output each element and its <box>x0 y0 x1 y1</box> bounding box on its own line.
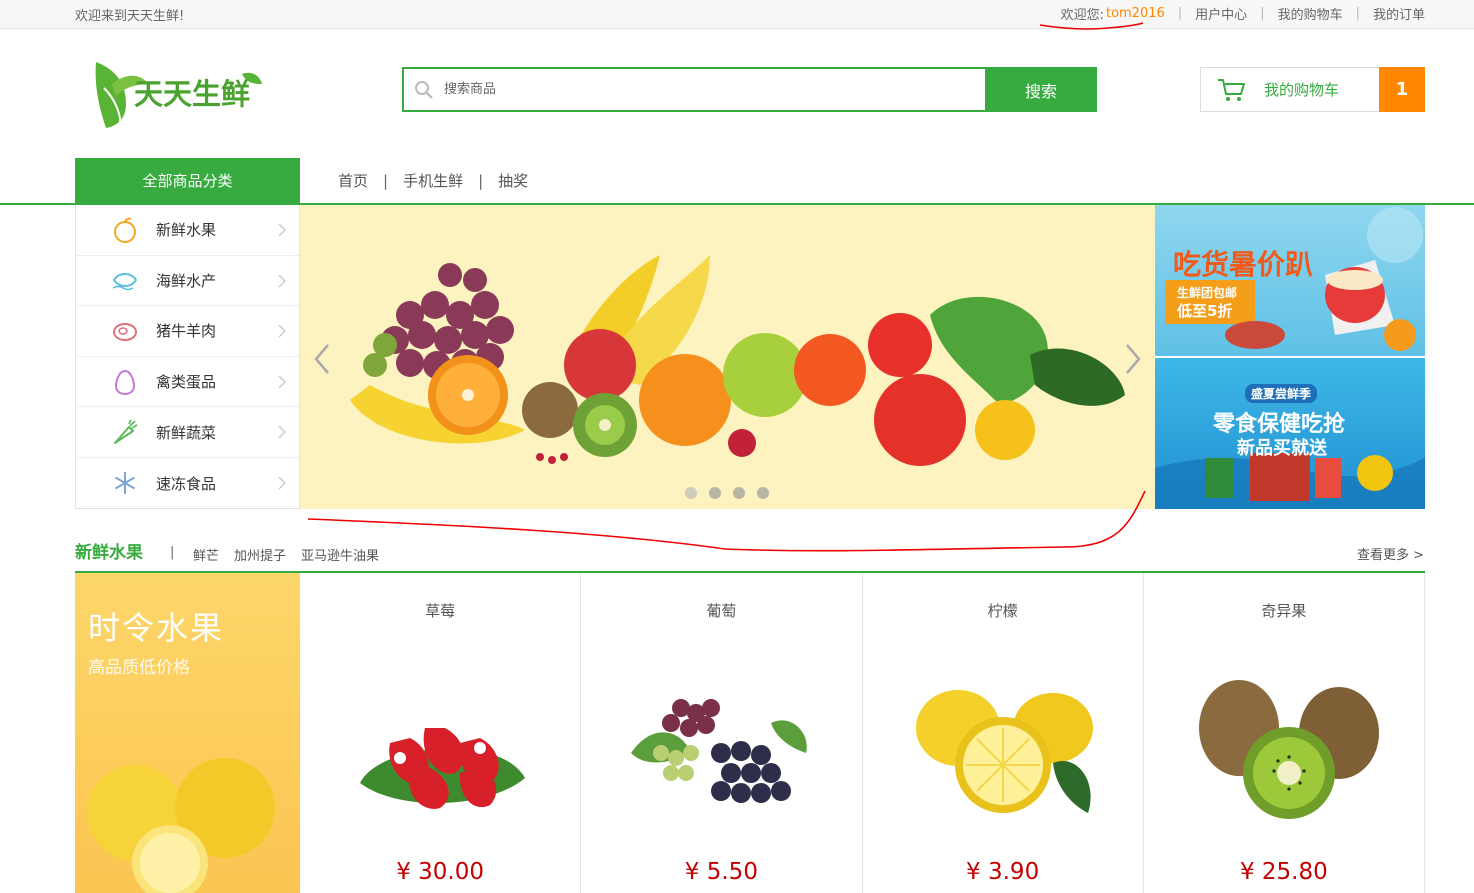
category-item-eggs[interactable]: 禽类蛋品 <box>76 357 299 408</box>
logo-text: 天天生鲜 <box>134 77 250 111</box>
nav-mobile-fresh[interactable]: 手机生鲜 <box>403 170 463 191</box>
separator: | <box>1355 6 1360 21</box>
site-logo[interactable]: 天天生鲜 <box>92 58 264 130</box>
category-item-meat[interactable]: 猪牛羊肉 <box>76 306 299 357</box>
meat-icon <box>113 322 137 341</box>
category-item-fruit[interactable]: 新鲜水果 <box>76 205 299 256</box>
product-card[interactable]: 草莓 ¥ 30.00 <box>300 573 582 893</box>
product-name[interactable]: 草莓 <box>300 600 580 621</box>
welcome-text: 欢迎来到天天生鲜! <box>75 9 185 24</box>
product-grid: 草莓 ¥ 30.00 葡萄 ¥ 5.50 柠檬 ¥ 3.90 奇异果 ¥ 25.… <box>300 573 1425 893</box>
nav-lottery[interactable]: 抽奖 <box>498 170 528 191</box>
carousel-dot[interactable] <box>733 487 745 499</box>
search-icon <box>404 69 444 110</box>
product-price: ¥ 30.00 <box>396 859 485 885</box>
product-card[interactable]: 柠檬 ¥ 3.90 <box>863 573 1144 893</box>
category-label: 猪牛羊肉 <box>156 322 217 341</box>
hero-carousel[interactable] <box>300 205 1155 509</box>
user-center-link[interactable]: 用户中心 <box>1195 4 1247 23</box>
section-title: 新鲜水果 <box>75 543 143 563</box>
category-label: 速冻食品 <box>156 474 217 493</box>
product-price: ¥ 5.50 <box>684 859 758 885</box>
ad2-tag: 盛夏尝鲜季 <box>1245 384 1318 403</box>
chevron-right-icon <box>278 324 287 338</box>
chevron-right-icon <box>278 274 287 288</box>
sub-link-grapes[interactable]: 加州提子 <box>234 545 286 564</box>
carousel-dot[interactable] <box>709 487 721 499</box>
category-item-vegetables[interactable]: 新鲜蔬菜 <box>76 407 299 458</box>
chevron-right-icon <box>278 375 287 389</box>
view-more-link[interactable]: 查看更多 > <box>1357 544 1424 563</box>
product-card[interactable]: 葡萄 ¥ 5.50 <box>581 573 863 893</box>
category-label: 新鲜蔬菜 <box>156 423 217 442</box>
separator: | <box>1177 6 1183 21</box>
seafood-icon <box>112 273 138 291</box>
separator: | <box>478 171 484 190</box>
search-bar: 搜索 <box>402 67 1097 112</box>
seasonal-fruit-promo[interactable]: 时令水果 高品质低价格 <box>75 573 300 893</box>
ad1-title: 吃货暑价趴 <box>1173 248 1314 281</box>
chevron-right-icon <box>278 223 287 237</box>
separator: | <box>170 545 175 560</box>
fruit-banner-image <box>350 255 1125 466</box>
sub-link-mango[interactable]: 鲜芒 <box>193 545 219 564</box>
section-sub-links: 鲜芒 加州提子 亚马逊牛油果 <box>193 545 379 564</box>
top-bar: 欢迎来到天天生鲜! 欢迎您: tom2016 | 用户中心 | 我的购物车 | … <box>0 0 1474 29</box>
category-menu: 新鲜水果 海鲜水产 猪牛羊肉 禽类蛋品 新鲜蔬菜 速冻食品 <box>75 205 300 509</box>
main-nav: 首页 | 手机生鲜 | 抽奖 <box>338 170 528 191</box>
red-annotation-underline <box>1039 22 1144 30</box>
ad1-sub2: 低至5折 <box>1177 302 1233 320</box>
carrot-icon <box>114 419 138 445</box>
search-input[interactable] <box>444 69 985 110</box>
product-name[interactable]: 柠檬 <box>863 600 1143 621</box>
lemon-image <box>87 758 275 893</box>
product-image-grapes[interactable] <box>621 673 821 823</box>
nav-home[interactable]: 首页 <box>338 170 368 191</box>
carousel-prev-arrow[interactable] <box>312 343 332 375</box>
search-button[interactable]: 搜索 <box>985 67 1097 112</box>
snowflake-icon <box>114 472 136 495</box>
cart-button[interactable]: 我的购物车 1 <box>1200 67 1425 112</box>
product-image-strawberry[interactable] <box>340 673 540 823</box>
promo-ad-summer-foodie[interactable]: 吃货暑价趴 生鲜团包邮 低至5折 <box>1155 205 1425 356</box>
separator: | <box>1260 6 1265 21</box>
product-name[interactable]: 葡萄 <box>581 600 861 621</box>
egg-icon <box>114 369 136 395</box>
cart-label: 我的购物车 <box>1264 81 1340 99</box>
product-name[interactable]: 奇异果 <box>1144 600 1424 621</box>
category-label: 禽类蛋品 <box>156 373 217 392</box>
category-item-seafood[interactable]: 海鲜水产 <box>76 256 299 307</box>
shopping-cart-icon <box>1218 78 1245 101</box>
product-price: ¥ 25.80 <box>1239 859 1328 885</box>
ad1-sub1: 生鲜团包邮 <box>1177 286 1238 300</box>
product-price: ¥ 3.90 <box>966 859 1040 885</box>
sub-link-avocado[interactable]: 亚马逊牛油果 <box>301 545 379 564</box>
cart-count-badge: 1 <box>1379 67 1425 112</box>
chevron-right-icon <box>278 476 287 490</box>
category-item-frozen[interactable]: 速冻食品 <box>76 458 299 509</box>
orange-icon <box>114 217 136 243</box>
my-orders-link[interactable]: 我的订单 <box>1373 4 1425 23</box>
all-categories-button[interactable]: 全部商品分类 <box>75 158 300 203</box>
carousel-dot[interactable] <box>757 487 769 499</box>
promo-ad-snacks[interactable]: 盛夏尝鲜季 零食保健吃抢 新品买就送 <box>1155 358 1425 509</box>
carousel-dots <box>685 487 769 499</box>
category-label: 海鲜水产 <box>156 271 217 290</box>
category-label: 新鲜水果 <box>156 221 217 240</box>
my-cart-link[interactable]: 我的购物车 <box>1278 4 1343 23</box>
ad2-sub: 新品买就送 <box>1237 438 1327 459</box>
separator: | <box>383 171 389 190</box>
carousel-dot[interactable] <box>685 487 697 499</box>
product-image-lemon[interactable] <box>903 673 1103 823</box>
carousel-next-arrow[interactable] <box>1123 343 1143 375</box>
product-card[interactable]: 奇异果 ¥ 25.80 <box>1144 573 1425 893</box>
chevron-right-icon <box>278 425 287 439</box>
product-image-kiwi[interactable] <box>1184 673 1384 823</box>
